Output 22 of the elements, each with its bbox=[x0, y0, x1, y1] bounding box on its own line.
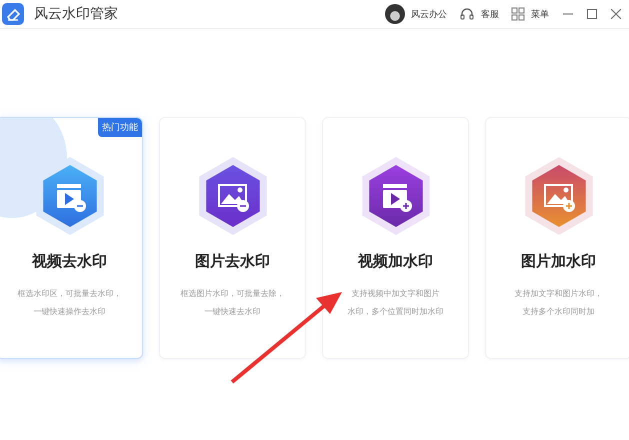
card-description: 支持加文字和图片水印， 支持多个水印同时加 bbox=[514, 288, 602, 318]
grid-icon[interactable] bbox=[511, 7, 525, 21]
feature-card[interactable]: 热门功能 视频去水印 框选水印区，可批量去水印， 一键快速操作去水印 bbox=[0, 117, 143, 359]
card-title: 图片加水印 bbox=[521, 252, 596, 271]
card-description: 框选水印区，可批量去水印， 一键快速操作去水印 bbox=[18, 288, 122, 318]
card-description: 框选图片水印，可批量去除， 一键快速去水印 bbox=[180, 288, 284, 318]
hot-badge: 热门功能 bbox=[98, 118, 142, 137]
headset-icon[interactable] bbox=[459, 6, 475, 22]
card-title: 视频加水印 bbox=[358, 252, 433, 271]
maximize-icon[interactable] bbox=[587, 9, 597, 19]
support-link[interactable]: 客服 bbox=[481, 8, 499, 20]
feature-card[interactable]: 视频加水印 支持视频中加文字和图片 水印，多个位置同时加水印 bbox=[322, 117, 469, 359]
card-description: 支持视频中加文字和图片 水印，多个位置同时加水印 bbox=[348, 288, 444, 318]
feature-card[interactable]: 图片去水印 框选图片水印，可批量去除， 一键快速去水印 bbox=[159, 117, 306, 359]
card-title: 视频去水印 bbox=[32, 252, 107, 271]
card-title: 图片去水印 bbox=[195, 252, 270, 271]
avatar[interactable] bbox=[385, 4, 405, 24]
window-title: 风云水印管家 bbox=[34, 5, 119, 23]
user-name[interactable]: 风云办公 bbox=[411, 8, 447, 20]
menu-link[interactable]: 菜单 bbox=[531, 8, 549, 20]
close-icon[interactable] bbox=[611, 9, 621, 19]
feature-card[interactable]: 图片加水印 支持加文字和图片水印， 支持多个水印同时加 bbox=[485, 117, 629, 359]
